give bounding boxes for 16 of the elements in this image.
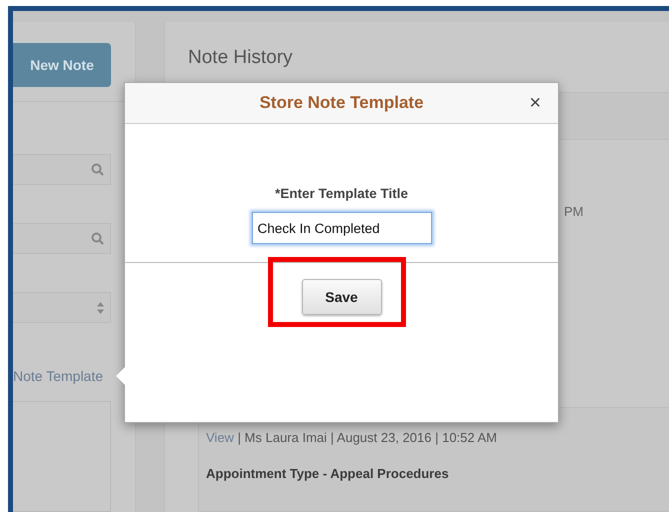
appointment-type: Appointment Type - Appeal Procedures	[206, 464, 450, 483]
close-button[interactable]: ×	[526, 93, 544, 113]
time-text: PM	[564, 202, 584, 221]
title-input[interactable]: Check In Completed	[252, 212, 432, 244]
search-icon	[91, 163, 104, 176]
modal-title: Store Note Template	[259, 92, 424, 114]
select-field[interactable]	[13, 292, 111, 323]
section-title: Note History	[188, 47, 294, 70]
updown-icon	[97, 302, 104, 314]
text-area[interactable]	[13, 401, 111, 512]
search-icon	[91, 232, 104, 245]
search-field[interactable]	[13, 154, 111, 185]
field-label: *Enter Template Title	[274, 185, 410, 203]
note-meta: View | Ms Laura Imai | August 23, 2016 | 10:52 AM	[206, 429, 498, 448]
search-field[interactable]	[13, 223, 111, 254]
save-button[interactable]: Save	[302, 279, 382, 316]
